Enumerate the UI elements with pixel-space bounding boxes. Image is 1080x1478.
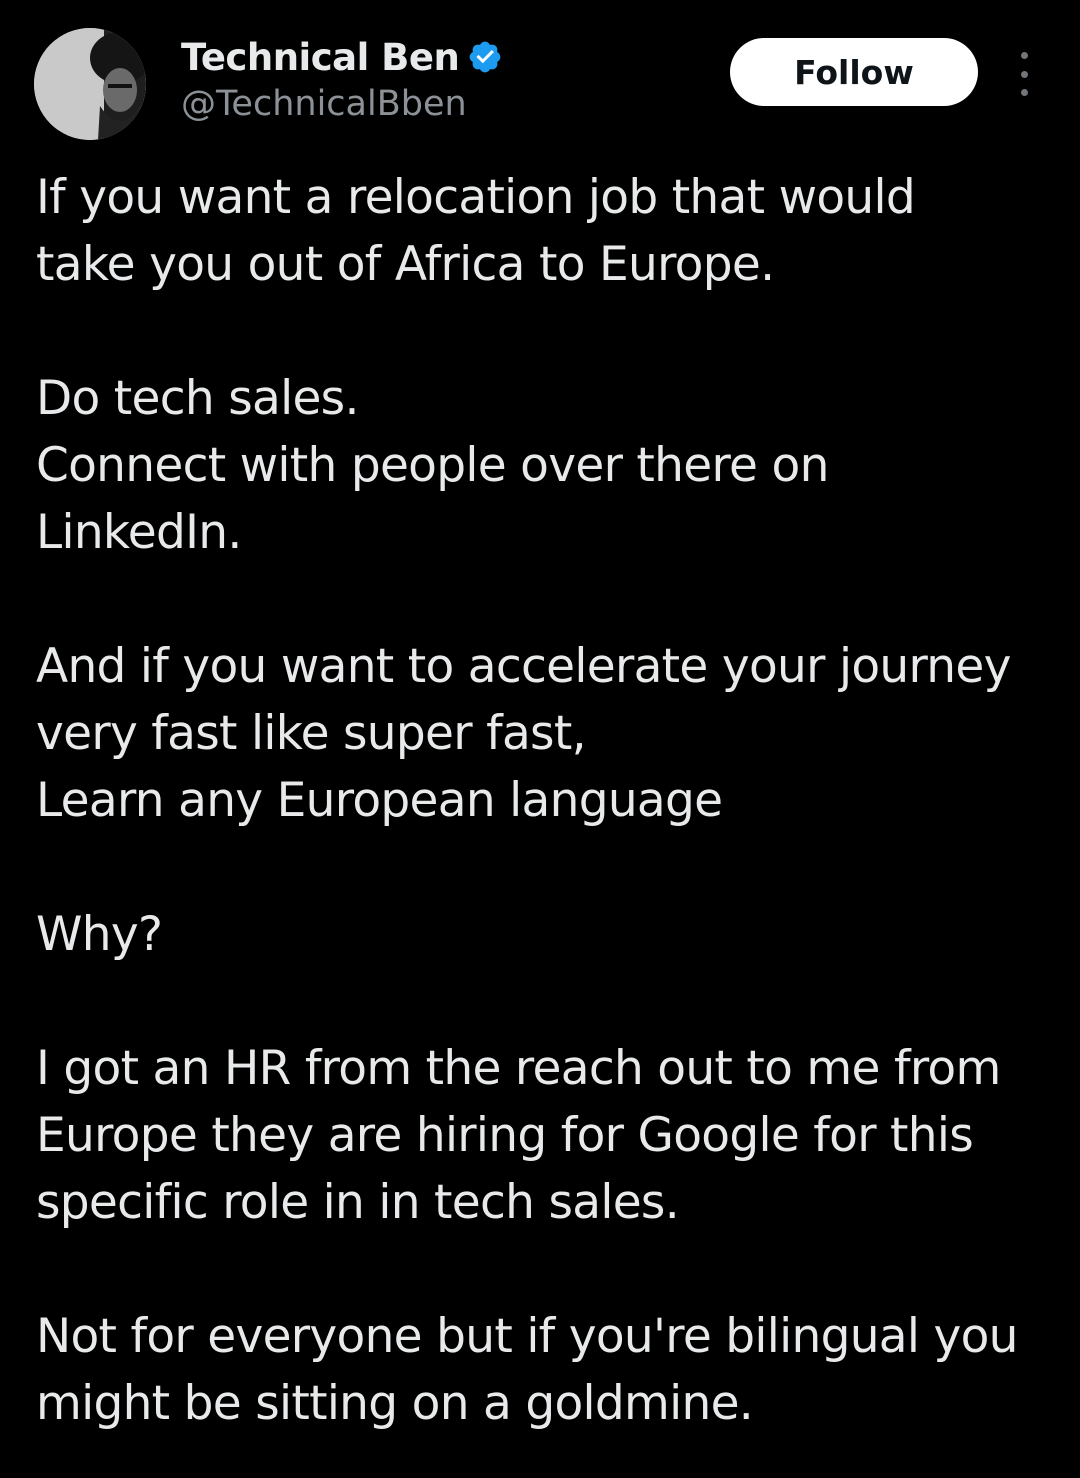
tweet-paragraph: Why? xyxy=(36,907,163,962)
author-display-name[interactable]: Technical Ben xyxy=(181,36,460,79)
author-info: Technical Ben @TechnicalBben xyxy=(181,34,503,124)
tweet-header: Technical Ben @TechnicalBben Follow xyxy=(0,0,1080,160)
more-dot xyxy=(1020,52,1028,59)
tweet-paragraph: If you want a relocation job that would … xyxy=(36,170,916,292)
author-avatar[interactable] xyxy=(34,28,146,140)
tweet-paragraph: Not for everyone but if you're bilingual… xyxy=(36,1309,1018,1431)
more-dot xyxy=(1020,70,1028,78)
verified-badge-icon[interactable] xyxy=(467,39,503,75)
follow-button[interactable]: Follow xyxy=(730,38,978,106)
more-vertical-icon[interactable] xyxy=(1008,52,1040,96)
tweet-paragraph: Do tech sales. Connect with people over … xyxy=(36,371,829,560)
author-name-row: Technical Ben xyxy=(181,34,503,80)
tweet-paragraph: And if you want to accelerate your journ… xyxy=(36,639,1011,828)
tweet-paragraph: I got an HR from the reach out to me fro… xyxy=(36,1041,1001,1230)
profile-photo-icon xyxy=(34,28,146,140)
author-handle[interactable]: @TechnicalBben xyxy=(181,84,503,124)
more-dot xyxy=(1020,89,1028,96)
tweet-text: If you want a relocation job that would … xyxy=(36,164,1046,1437)
